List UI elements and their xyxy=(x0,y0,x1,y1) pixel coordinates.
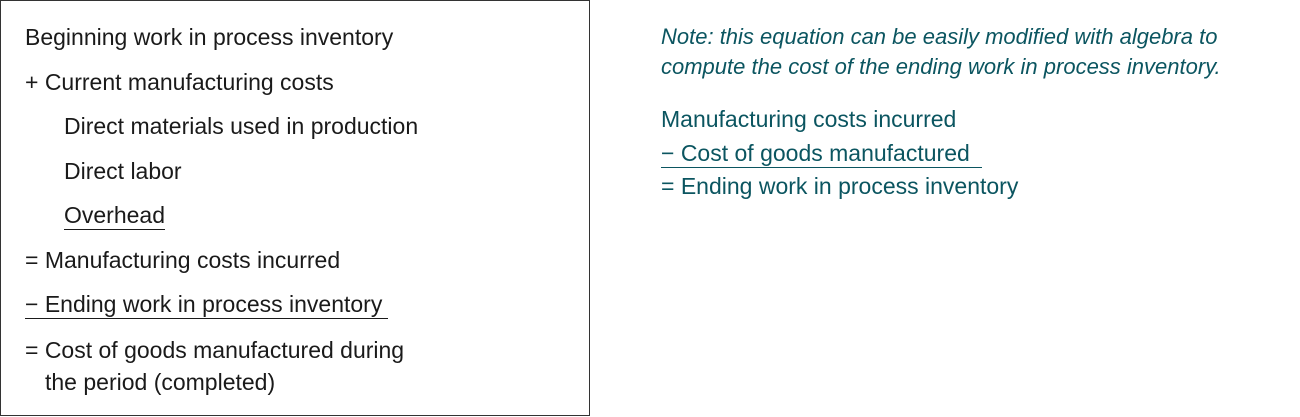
note-line-2: compute the cost of the ending work in p… xyxy=(661,54,1221,79)
equation-line-2: − Cost of goods manufactured xyxy=(661,138,982,168)
ending-wip-line: − Ending work in process inventory xyxy=(25,289,389,319)
cogm-line-1: = Cost of goods manufactured during xyxy=(25,337,405,363)
cogm-line-2: the period (completed) xyxy=(45,369,276,395)
beginning-wip-line: Beginning work in process inventory xyxy=(25,24,394,50)
equation-line-1: Manufacturing costs incurred xyxy=(661,106,957,132)
manufacturing-costs-incurred-line: = Manufacturing costs incurred xyxy=(25,247,341,273)
direct-materials-line: Direct materials used in production xyxy=(64,113,419,139)
ending-wip-underlined-text: − Ending work in process inventory xyxy=(25,290,389,319)
overhead-underlined-text: Overhead xyxy=(64,202,166,230)
equation-line-2-underlined-text: − Cost of goods manufactured xyxy=(661,139,982,168)
current-costs-line: + Current manufacturing costs xyxy=(25,69,334,95)
equation-line-3: = Ending work in process inventory xyxy=(661,173,1019,199)
note-line-1: Note: this equation can be easily modifi… xyxy=(661,24,1218,49)
overhead-line: Overhead xyxy=(64,200,166,230)
direct-labor-line: Direct labor xyxy=(64,158,182,184)
